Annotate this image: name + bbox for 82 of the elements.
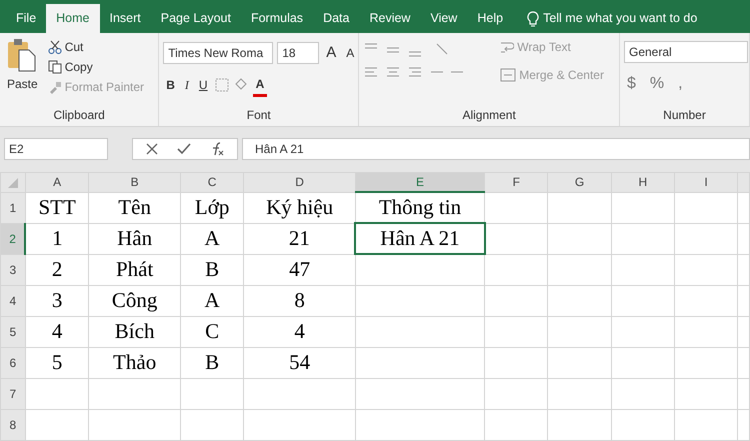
table-cell: Bích [88, 316, 180, 347]
column-header[interactable]: G [548, 172, 612, 192]
font-name-field[interactable]: Times New Roma [163, 42, 274, 64]
row-header[interactable]: 1 [0, 192, 26, 223]
cancel-icon [146, 142, 158, 154]
shrink-font-button[interactable]: A [343, 43, 358, 64]
table-cell: 5 [25, 347, 89, 378]
row-header[interactable]: 5 [0, 316, 26, 347]
check-icon [176, 142, 191, 154]
table-cell: 47 [244, 254, 356, 285]
borders-icon [214, 78, 229, 92]
copy-icon [48, 60, 62, 74]
table-cell: C [180, 316, 244, 347]
copy-button[interactable]: Copy [44, 57, 148, 77]
row-header[interactable]: 3 [0, 254, 26, 285]
row-header[interactable]: 2 [0, 223, 26, 254]
column-header[interactable]: H [611, 172, 674, 192]
grow-font-button[interactable]: A [323, 41, 340, 66]
table-cell: B [180, 347, 244, 378]
number-format-field[interactable]: General [624, 41, 748, 63]
font-color-button[interactable]: A [252, 74, 268, 96]
bold-button[interactable]: B [163, 75, 178, 95]
scissors-icon [48, 40, 62, 54]
table-cell: Lớp [180, 192, 244, 223]
percent-button[interactable]: % [646, 71, 668, 97]
comma-button[interactable]: , [675, 71, 686, 97]
table-cell: A [180, 285, 244, 316]
row-header[interactable]: 4 [0, 285, 26, 316]
column-header[interactable]: E [355, 172, 485, 192]
table-cell: 3 [25, 285, 89, 316]
group-title: Font [246, 107, 272, 124]
clipboard-icon [7, 38, 38, 72]
row-header[interactable]: 8 [0, 409, 26, 440]
merge-icon [500, 68, 516, 82]
paste-button[interactable]: Paste [4, 37, 41, 106]
ribbon-tab[interactable]: Home [46, 4, 100, 33]
column-header[interactable]: A [25, 172, 89, 192]
table-cell: Tên [88, 192, 180, 223]
table-cell: 4 [244, 316, 356, 347]
table-cell: STT [25, 192, 89, 223]
ribbon-tab[interactable]: Help [467, 4, 514, 33]
ribbon-tab[interactable]: Review [359, 4, 420, 33]
table-cell: Hân [88, 223, 180, 254]
ribbon-tab[interactable]: Page Layout [150, 4, 241, 33]
column-header[interactable]: I [674, 172, 738, 192]
currency-button[interactable]: $ [624, 71, 639, 97]
column-header[interactable]: B [88, 172, 180, 192]
table-cell: 8 [244, 285, 356, 316]
formula-bar-field[interactable]: Hân A 21 [242, 138, 750, 160]
ribbon-tab[interactable]: View [420, 4, 468, 33]
table-cell: Ký hiệu [244, 192, 356, 223]
column-header[interactable]: D [244, 172, 356, 192]
column-header[interactable]: C [180, 172, 244, 192]
table-cell: 2 [25, 254, 89, 285]
table-cell: Hân A 21 [355, 223, 485, 254]
group-title: Clipboard [52, 107, 106, 124]
table-cell: Công [88, 285, 180, 316]
ribbon-tab[interactable]: Data [313, 4, 360, 33]
lightbulb-icon [527, 10, 540, 26]
table-cell: A [180, 223, 244, 254]
underline-button[interactable]: U [196, 75, 211, 95]
row-header[interactable]: 7 [0, 378, 26, 409]
select-all-icon [8, 178, 18, 188]
name-box[interactable]: E2 [4, 138, 108, 160]
wrap-text-icon [500, 40, 514, 54]
table-cell: B [180, 254, 244, 285]
table-cell: Thảo [88, 347, 180, 378]
ribbon-tab[interactable]: Insert [100, 4, 151, 33]
ribbon-tab[interactable]: File [6, 4, 46, 33]
table-cell: Phát [88, 254, 180, 285]
table-cell: 54 [244, 347, 356, 378]
search-prompt[interactable]: Tell me what you want to do [543, 4, 698, 33]
italic-button[interactable]: I [182, 75, 192, 95]
font-size-field[interactable]: 18 [277, 42, 320, 64]
cut-button[interactable]: Cut [44, 37, 148, 57]
group-title: Number [662, 107, 707, 124]
ribbon-tab[interactable]: Formulas [240, 4, 314, 33]
group-title: Alignment [461, 107, 517, 124]
column-header[interactable]: F [484, 172, 548, 192]
row-header[interactable]: 6 [0, 347, 26, 378]
table-cell: 4 [25, 316, 89, 347]
table-cell: 1 [25, 223, 89, 254]
